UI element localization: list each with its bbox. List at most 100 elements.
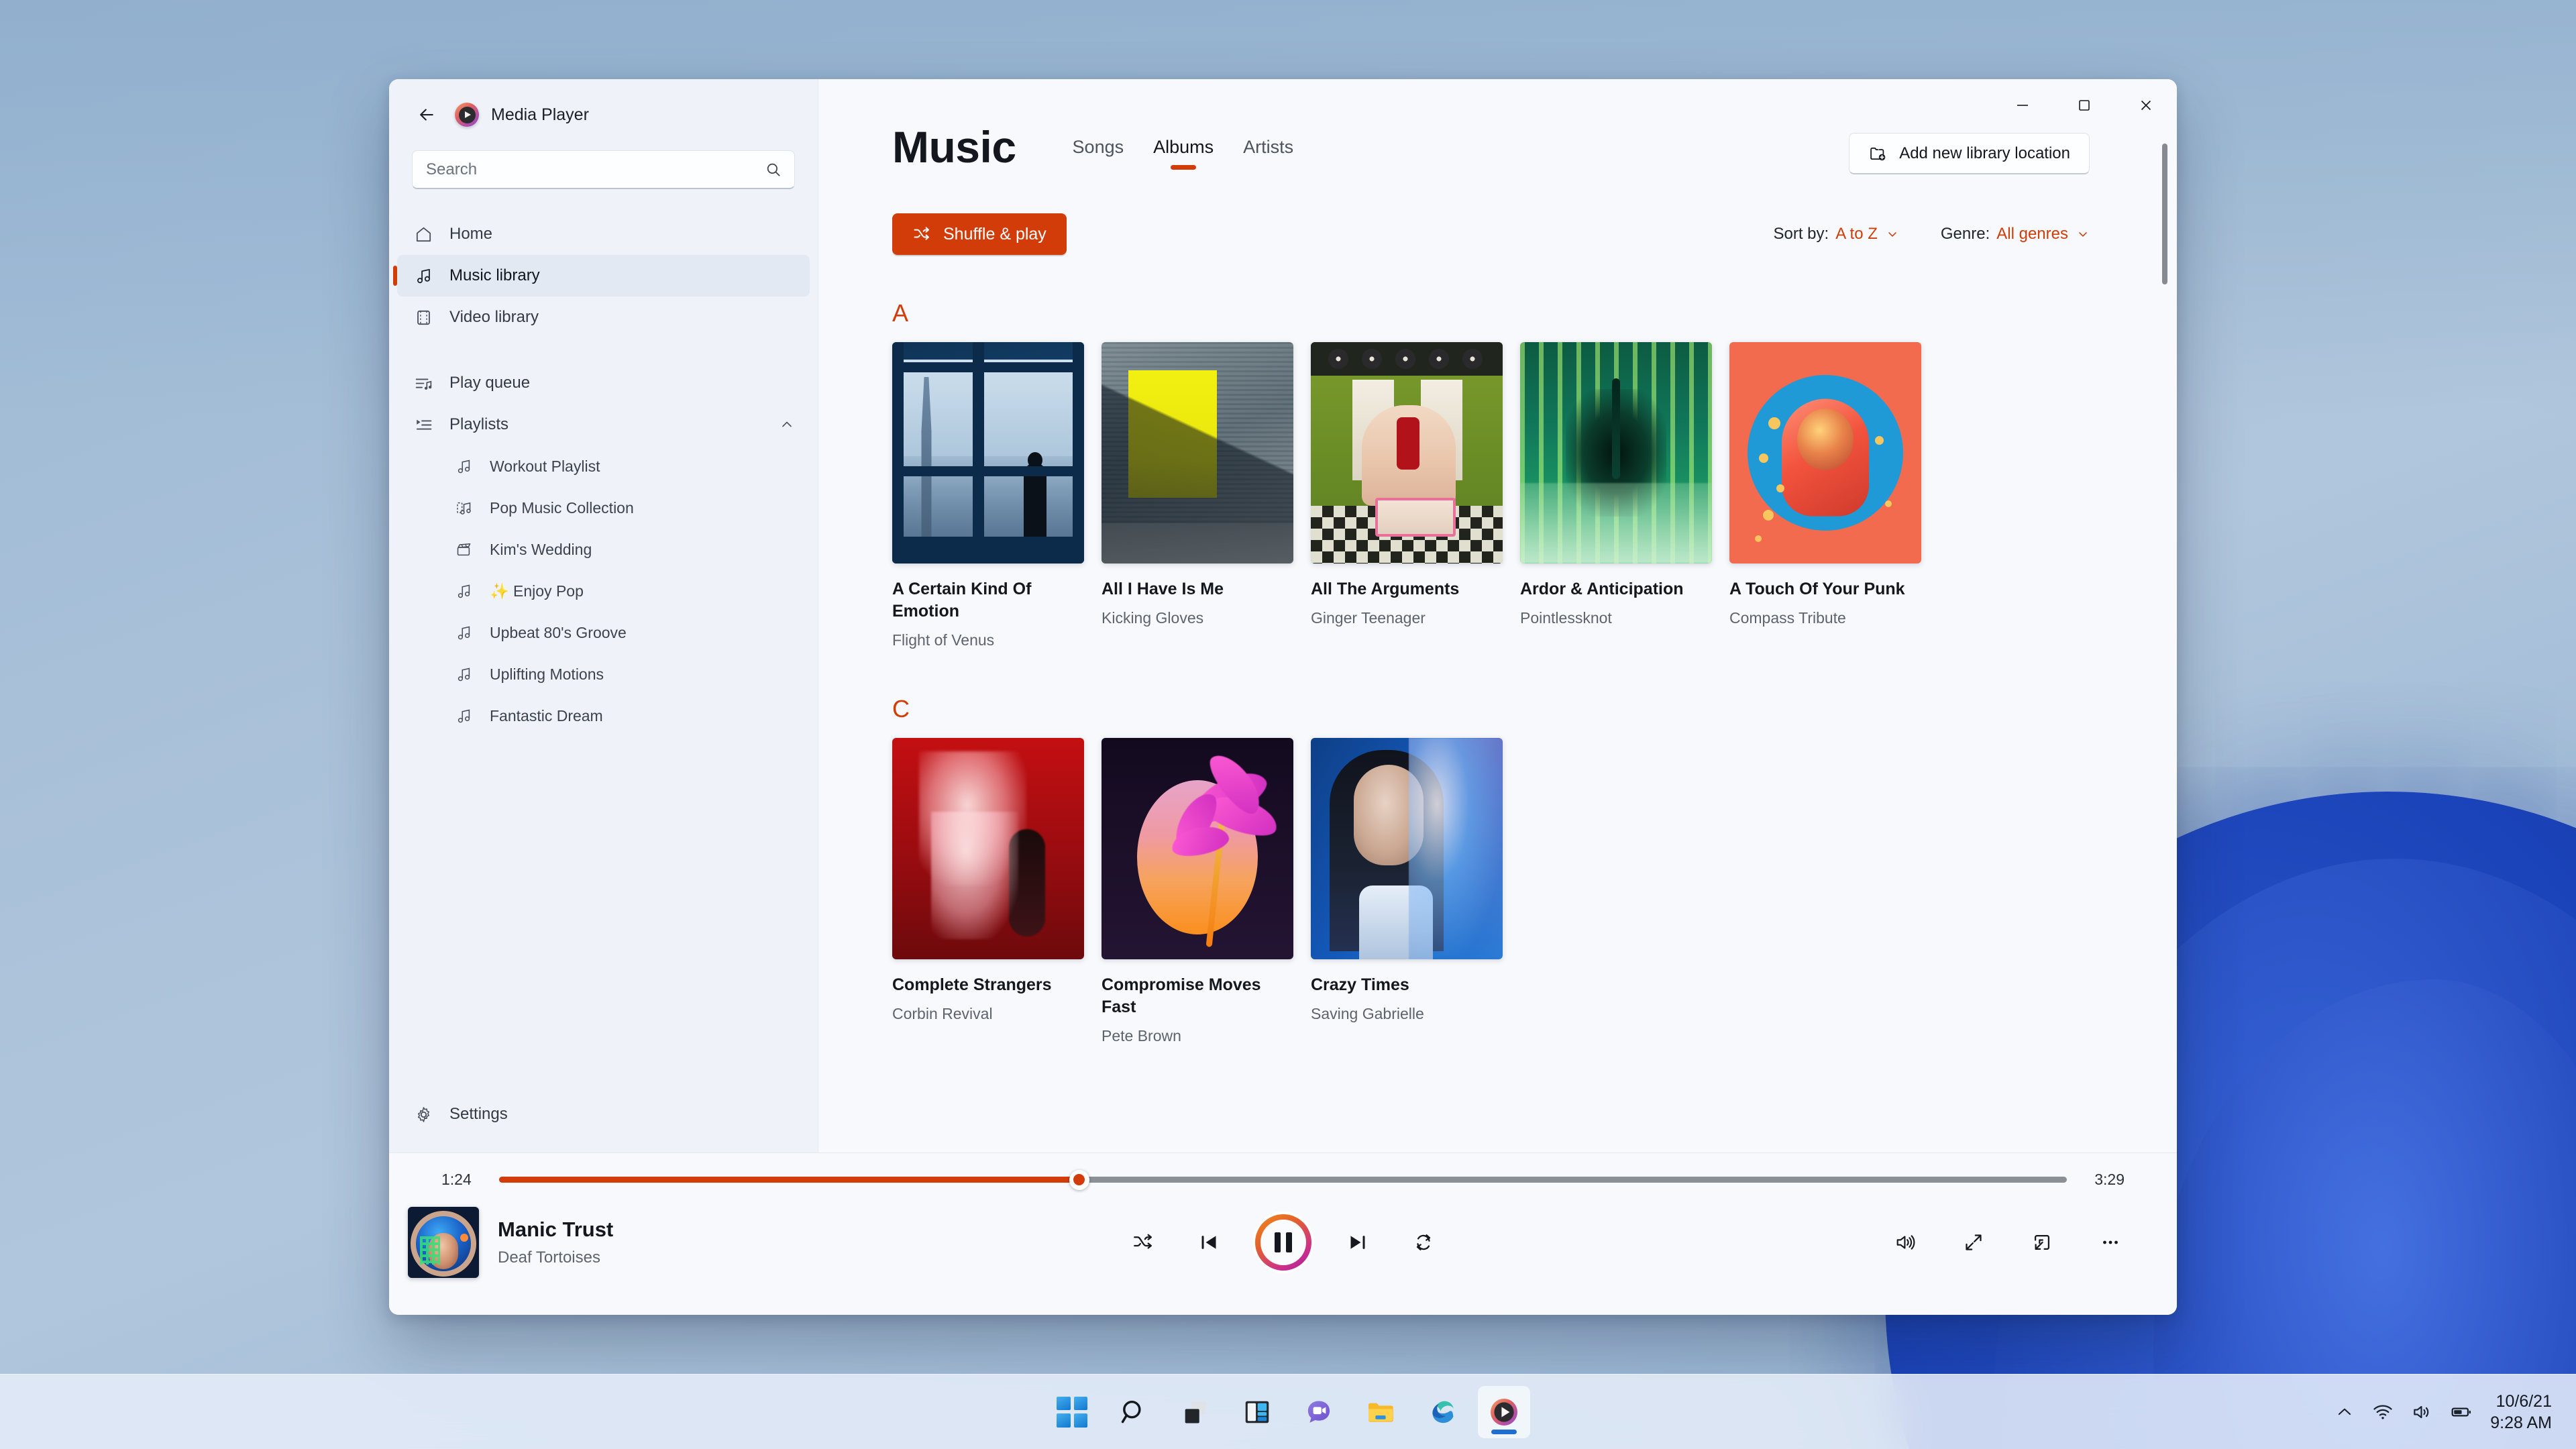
volume-icon[interactable] <box>1886 1223 1925 1262</box>
seek-slider[interactable] <box>499 1169 2067 1190</box>
album-art[interactable] <box>1729 342 1921 564</box>
task-view-button[interactable] <box>1169 1386 1222 1438</box>
sidebar-item-video-library[interactable]: Video library <box>397 297 810 338</box>
album-artist: Saving Gabrielle <box>1311 1004 1424 1022</box>
media-player-button[interactable] <box>1478 1385 1530 1438</box>
sidebar-playlist-uplifting-motions[interactable]: Uplifting Motions <box>397 653 810 695</box>
start-button[interactable] <box>1046 1386 1098 1438</box>
pause-button[interactable] <box>1254 1214 1311 1271</box>
album-art[interactable] <box>1311 737 1503 959</box>
add-new-library-location-button[interactable]: Add new library location <box>1849 133 2090 174</box>
minimize-button[interactable] <box>1992 79 2053 131</box>
back-arrow-icon[interactable] <box>411 99 443 131</box>
window-controls <box>1992 79 2177 131</box>
sidebar-playlist-kims-wedding[interactable]: Kim's Wedding <box>397 529 810 570</box>
sidebar-item-label: Music library <box>449 266 540 284</box>
mini-player-icon[interactable] <box>2023 1223 2061 1262</box>
sidebar-playlist-label: Kim's Wedding <box>490 540 592 558</box>
sort-by-control[interactable]: Sort by: A to Z <box>1773 225 1898 244</box>
chevron-up-icon[interactable] <box>779 417 795 433</box>
show-hidden-icons-chevron[interactable] <box>2334 1402 2355 1422</box>
album-artist: Ginger Teenager <box>1311 609 1426 627</box>
album-card[interactable]: Complete Strangers Corbin Revival <box>892 737 1084 1046</box>
sidebar-playlist-pop-music-collection[interactable]: Pop Music Collection <box>397 487 810 529</box>
album-card[interactable]: A Touch Of Your Punk Compass Tribute <box>1729 342 1921 651</box>
sort-by-value[interactable]: A to Z <box>1835 225 1899 244</box>
shuffle-icon <box>912 225 931 244</box>
edge-button[interactable] <box>1416 1386 1468 1438</box>
sidebar-playlist-upbeat-80s-groove[interactable]: Upbeat 80's Groove <box>397 612 810 653</box>
wifi-icon[interactable] <box>2372 1401 2394 1423</box>
app-title: Media Player <box>491 105 589 124</box>
album-art[interactable] <box>1102 737 1293 959</box>
album-card[interactable]: Crazy Times Saving Gabrielle <box>1311 737 1503 1046</box>
sidebar-playlist-fantastic-dream[interactable]: Fantastic Dream <box>397 695 810 737</box>
widgets-button[interactable] <box>1231 1386 1283 1438</box>
genre-value[interactable]: All genres <box>1996 225 2090 244</box>
now-playing-album-art <box>408 1207 479 1278</box>
volume-icon[interactable] <box>2411 1401 2432 1423</box>
search-icon <box>1118 1397 1149 1428</box>
sidebar-group-playlists[interactable]: Playlists <box>397 404 810 445</box>
music-note-icon <box>452 455 475 478</box>
album-art[interactable] <box>892 737 1084 959</box>
sidebar-item-music-library[interactable]: Music library <box>397 255 810 297</box>
page-title: Music <box>892 122 1016 172</box>
maximize-button[interactable] <box>2053 79 2115 131</box>
tab-albums[interactable]: Albums <box>1153 137 1214 170</box>
search-button[interactable] <box>1108 1386 1160 1438</box>
film-icon <box>412 306 435 329</box>
search-box[interactable] <box>412 150 795 189</box>
tab-songs[interactable]: Songs <box>1073 137 1124 170</box>
clock-date: 10/6/21 <box>2496 1391 2552 1411</box>
content-scrollbar[interactable] <box>2162 144 2167 284</box>
file-explorer-button[interactable] <box>1354 1386 1407 1438</box>
folder-icon <box>1365 1397 1396 1428</box>
sidebar-item-home[interactable]: Home <box>397 213 810 255</box>
genre-control[interactable]: Genre: All genres <box>1941 225 2090 244</box>
album-artist: Compass Tribute <box>1729 609 1846 627</box>
seek-thumb[interactable] <box>1069 1169 1089 1190</box>
album-artist: Flight of Venus <box>892 631 995 649</box>
elapsed-time: 1:24 <box>441 1171 472 1188</box>
album-card[interactable]: Ardor & Anticipation Pointlessknot <box>1520 342 1712 651</box>
album-grid-c: Complete Strangers Corbin Revival Compro… <box>892 737 2130 1046</box>
previous-track-icon[interactable] <box>1189 1223 1228 1262</box>
tab-artists[interactable]: Artists <box>1243 137 1293 170</box>
shuffle-icon[interactable] <box>1124 1223 1163 1262</box>
add-library-label: Add new library location <box>1899 144 2070 162</box>
main-content: Music Songs Albums Artists Add new libra… <box>818 79 2177 1152</box>
sidebar-playlist-workout-playlist[interactable]: Workout Playlist <box>397 445 810 487</box>
gear-icon <box>412 1103 435 1126</box>
shuffle-and-play-button[interactable]: Shuffle & play <box>892 213 1067 255</box>
close-button[interactable] <box>2115 79 2177 131</box>
shuffle-play-label: Shuffle & play <box>943 224 1046 244</box>
folder-add-icon <box>1868 144 1887 163</box>
album-art[interactable] <box>1311 342 1503 564</box>
album-art[interactable] <box>892 342 1084 564</box>
sidebar-playlist-enjoy-pop[interactable]: ✨ Enjoy Pop <box>397 570 810 612</box>
album-card[interactable]: Compromise Moves Fast Pete Brown <box>1102 737 1293 1046</box>
chat-icon <box>1303 1397 1334 1428</box>
album-title: Crazy Times <box>1311 975 1409 994</box>
album-art[interactable] <box>1520 342 1712 564</box>
search-icon[interactable] <box>765 161 782 178</box>
expand-icon[interactable] <box>1954 1223 1993 1262</box>
album-art[interactable] <box>1102 342 1293 564</box>
more-options-icon[interactable] <box>2091 1223 2130 1262</box>
repeat-icon[interactable] <box>1404 1223 1443 1262</box>
chat-button[interactable] <box>1293 1386 1345 1438</box>
clock[interactable]: 10/6/21 9:28 AM <box>2490 1391 2552 1434</box>
battery-icon[interactable] <box>2450 1401 2473 1424</box>
album-card[interactable]: All The Arguments Ginger Teenager <box>1311 342 1503 651</box>
album-card[interactable]: A Certain Kind Of Emotion Flight of Venu… <box>892 342 1084 651</box>
sidebar-item-play-queue[interactable]: Play queue <box>397 362 810 404</box>
section-letter-a: A <box>892 299 909 327</box>
next-track-icon[interactable] <box>1338 1223 1377 1262</box>
album-card[interactable]: All I Have Is Me Kicking Gloves <box>1102 342 1293 651</box>
search-input[interactable] <box>426 160 765 179</box>
album-title: A Certain Kind Of Emotion <box>892 580 1032 621</box>
nav-list: Home Music library Video library Play qu… <box>389 213 818 1093</box>
sidebar-item-settings[interactable]: Settings <box>397 1093 810 1135</box>
now-playing[interactable]: Manic Trust Deaf Tortoises <box>408 1207 613 1278</box>
